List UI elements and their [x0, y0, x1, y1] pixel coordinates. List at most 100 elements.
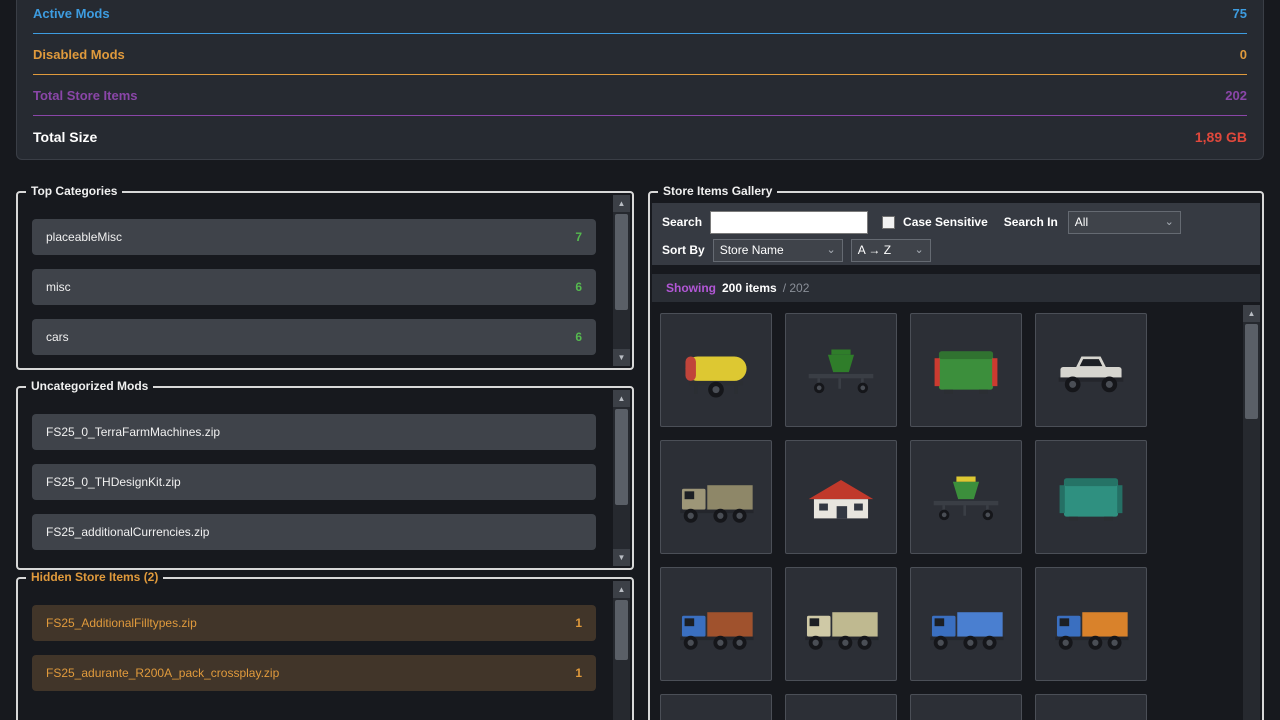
sort-by-label: Sort By [662, 243, 705, 257]
hidden-mod-row[interactable]: FS25_adurante_R200A_pack_crossplay.zip 1 [32, 655, 596, 691]
store-item-tile[interactable] [910, 694, 1022, 720]
store-item-tile[interactable] [785, 567, 897, 681]
showing-count: 200 items [722, 281, 777, 295]
store-item-thumbnail [1043, 591, 1139, 657]
stat-label: Total Store Items [33, 88, 138, 103]
showing-label: Showing [666, 281, 716, 295]
store-item-thumbnail [668, 591, 764, 657]
category-row[interactable]: misc 6 [32, 269, 596, 305]
store-item-thumbnail [1043, 337, 1139, 403]
search-in-value: All [1075, 215, 1088, 229]
mod-row[interactable]: FS25_0_TerraFarmMachines.zip [32, 414, 596, 450]
case-sensitive-checkbox[interactable] [882, 216, 895, 229]
store-item-tile[interactable] [1035, 567, 1147, 681]
store-items-gallery-title: Store Items Gallery [658, 184, 777, 198]
category-count: 6 [575, 280, 582, 294]
store-item-tile[interactable] [910, 567, 1022, 681]
store-item-thumbnail [668, 464, 764, 530]
store-item-tile[interactable] [660, 313, 772, 427]
showing-total: / 202 [783, 281, 810, 295]
store-item-thumbnail [918, 464, 1014, 530]
hidden-mod-row[interactable]: FS25_AdditionalFilltypes.zip 1 [32, 605, 596, 641]
mod-filename: FS25_0_TerraFarmMachines.zip [46, 425, 220, 439]
search-in-label: Search In [1004, 215, 1058, 229]
scroll-up-button[interactable]: ▲ [613, 390, 630, 407]
hidden-mod-count: 1 [575, 666, 582, 680]
uncategorized-mods-box: Uncategorized Mods FS25_0_TerraFarmMachi… [16, 386, 634, 570]
uncategorized-mods-list: FS25_0_TerraFarmMachines.zip FS25_0_THDe… [18, 388, 632, 568]
total-size-label: Total Size [33, 129, 97, 145]
arrow-down-icon: ▼ [618, 553, 626, 562]
scroll-up-button[interactable]: ▲ [613, 581, 630, 598]
search-input[interactable] [710, 211, 868, 234]
stat-value: 202 [1225, 88, 1247, 103]
category-count: 6 [575, 330, 582, 344]
chevron-down-icon: ⌄ [914, 245, 923, 256]
stat-row: Disabled Mods 0 [33, 34, 1247, 75]
scroll-down-button[interactable]: ▼ [613, 349, 630, 366]
store-item-thumbnail [668, 337, 764, 403]
category-row[interactable]: cars 6 [32, 319, 596, 355]
chevron-down-icon: ⌄ [826, 245, 835, 256]
arrow-up-icon: ▲ [618, 394, 626, 403]
store-item-tile[interactable] [910, 440, 1022, 554]
store-item-tile[interactable] [785, 313, 897, 427]
store-item-thumbnail [918, 337, 1014, 403]
hidden-items-scrollbar[interactable]: ▲ [613, 581, 630, 720]
scrollbar-thumb[interactable] [1245, 324, 1258, 419]
store-item-tile[interactable] [1035, 440, 1147, 554]
total-size-value: 1,89 GB [1195, 129, 1247, 145]
search-row: Search Case Sensitive Search In All ⌄ [652, 203, 1260, 235]
scrollbar-thumb[interactable] [615, 600, 628, 660]
stat-label: Active Mods [33, 6, 110, 21]
store-item-thumbnail [793, 591, 889, 657]
scrollbar-thumb[interactable] [615, 214, 628, 310]
store-items-grid [652, 305, 1241, 720]
stat-row: Active Mods 75 [33, 0, 1247, 34]
category-row[interactable]: placeableMisc 7 [32, 219, 596, 255]
mod-row[interactable]: FS25_0_THDesignKit.zip [32, 464, 596, 500]
stat-value: 0 [1240, 47, 1247, 62]
store-item-thumbnail [793, 464, 889, 530]
scroll-up-button[interactable]: ▲ [1243, 305, 1260, 322]
arrow-up-icon: ▲ [618, 585, 626, 594]
uncategorized-scrollbar[interactable]: ▲ ▼ [613, 390, 630, 566]
category-count: 7 [575, 230, 582, 244]
store-item-tile[interactable] [785, 440, 897, 554]
hidden-mod-count: 1 [575, 616, 582, 630]
sort-direction-select[interactable]: A → Z ⌄ [851, 239, 931, 262]
store-item-tile[interactable] [660, 567, 772, 681]
top-categories-scrollbar[interactable]: ▲ ▼ [613, 195, 630, 366]
sort-by-select[interactable]: Store Name ⌄ [713, 239, 843, 262]
category-name: placeableMisc [46, 230, 122, 244]
scrollbar-thumb[interactable] [615, 409, 628, 505]
stat-row: Total Store Items 202 [33, 75, 1247, 116]
scroll-up-button[interactable]: ▲ [613, 195, 630, 212]
store-item-tile[interactable] [1035, 313, 1147, 427]
hidden-store-items-list: FS25_AdditionalFilltypes.zip 1 FS25_adur… [18, 579, 632, 720]
mod-stats-panel: Active Mods 75 Disabled Mods 0 Total Sto… [16, 0, 1264, 160]
arrow-up-icon: ▲ [618, 199, 626, 208]
store-item-tile[interactable] [660, 694, 772, 720]
store-item-tile[interactable] [660, 440, 772, 554]
hidden-store-items-box: Hidden Store Items (2) FS25_AdditionalFi… [16, 577, 634, 720]
store-item-thumbnail [1043, 464, 1139, 530]
store-item-thumbnail [793, 337, 889, 403]
sort-direction-value: A → Z [858, 243, 891, 257]
mod-row[interactable]: FS25_additionalCurrencies.zip [32, 514, 596, 550]
stats-rows: Active Mods 75 Disabled Mods 0 Total Sto… [33, 0, 1247, 116]
top-categories-box: Top Categories placeableMisc 7 misc 6 ca… [16, 191, 634, 370]
category-name: misc [46, 280, 71, 294]
category-name: cars [46, 330, 69, 344]
gallery-scrollbar[interactable]: ▲ [1243, 305, 1260, 720]
scroll-down-button[interactable]: ▼ [613, 549, 630, 566]
store-item-tile[interactable] [1035, 694, 1147, 720]
hidden-mod-filename: FS25_AdditionalFilltypes.zip [46, 616, 197, 630]
store-item-tile[interactable] [785, 694, 897, 720]
arrow-up-icon: ▲ [1248, 309, 1256, 318]
sort-row: Sort By Store Name ⌄ A → Z ⌄ [652, 235, 1260, 265]
store-item-tile[interactable] [910, 313, 1022, 427]
search-in-select[interactable]: All ⌄ [1068, 211, 1181, 234]
top-categories-list: placeableMisc 7 misc 6 cars 6 [18, 193, 632, 368]
sort-by-value: Store Name [720, 243, 784, 257]
